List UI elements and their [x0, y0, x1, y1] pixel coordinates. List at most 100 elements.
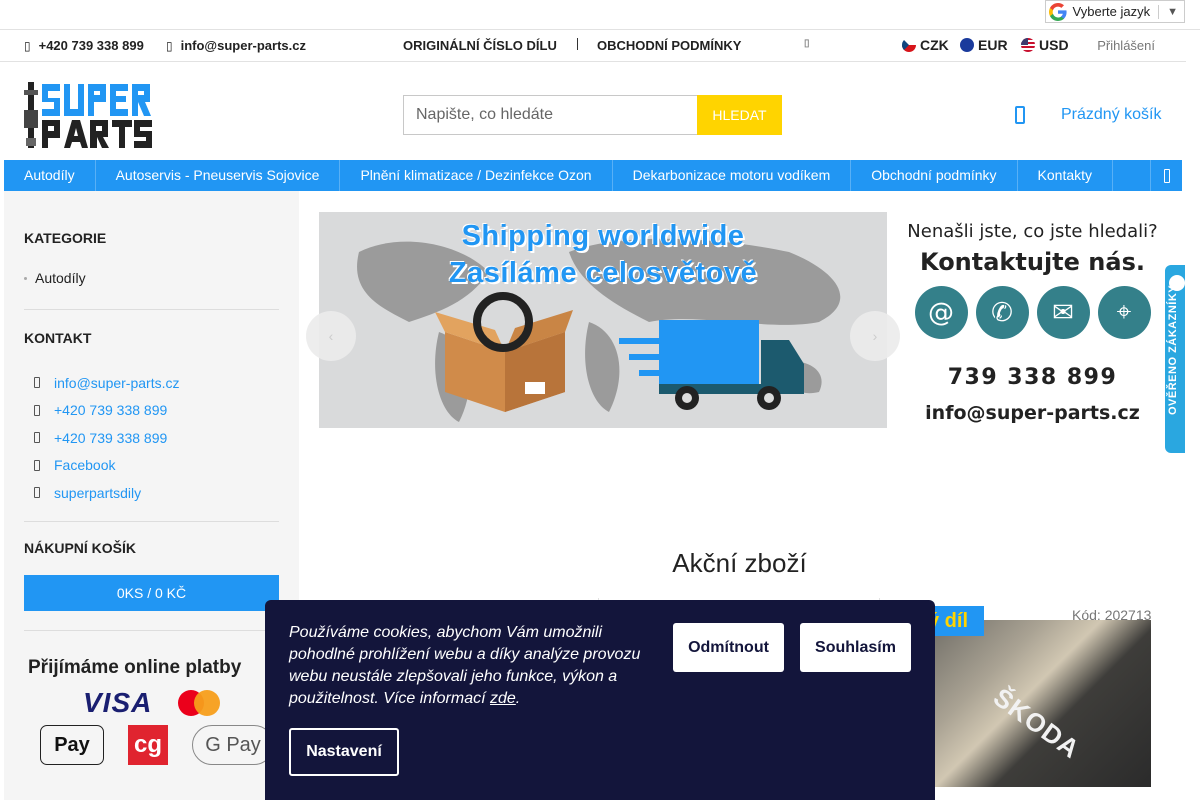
envelope-icon: ✉ — [1036, 286, 1090, 339]
apple-pay-label: Pay — [54, 733, 90, 756]
caret-down-icon: ▼ — [1167, 5, 1178, 18]
mail-icon: ▯ — [166, 38, 173, 53]
chevron-right-icon: › — [872, 328, 878, 344]
contact-phone-2[interactable]: +420 739 338 899 — [34, 424, 179, 452]
chevron-left-icon: ‹ — [328, 328, 334, 344]
contact-facebook[interactable]: Facebook — [34, 452, 179, 480]
contact-panel-icons: @ ✆ ✉ ⌖ — [905, 286, 1160, 339]
mail-icon — [34, 377, 40, 389]
language-selector-label: Vyberte jazyk — [1072, 4, 1151, 19]
mastercard-logo — [178, 690, 221, 716]
contact-facebook-text: Facebook — [54, 457, 116, 474]
verified-badge-label: OVĚŘENO ZÁKAZNÍKY — [1167, 284, 1179, 415]
payments-title: Přijímáme online platby — [28, 657, 242, 678]
top-email-text: info@super-parts.cz — [180, 38, 306, 53]
product-watermark: ŠKODA — [987, 681, 1086, 765]
nav-item-kontakty[interactable]: Kontakty — [1018, 160, 1114, 191]
divider — [577, 38, 578, 50]
location-pin-icon: ⌖ — [1097, 286, 1151, 339]
contact-phone-text: +420 739 338 899 — [54, 429, 168, 446]
carousel-prev-button[interactable]: ‹ — [306, 311, 356, 361]
divider — [1158, 4, 1160, 19]
facebook-icon — [34, 459, 40, 471]
cookie-settings-button[interactable]: Nastavení — [289, 728, 399, 776]
nav-item-autodily[interactable]: Autodíly — [4, 160, 96, 191]
nav-item-klimatizace[interactable]: Plnění klimatizace / Dezinfekce Ozon — [340, 160, 613, 191]
sidebar: KATEGORIE Autodíly KONTAKT info@super-pa… — [4, 191, 299, 800]
contact-instagram[interactable]: superpartsdily — [34, 479, 179, 507]
currency-czk-label: CZK — [920, 37, 949, 53]
login-link[interactable]: Přihlášení — [1097, 38, 1155, 53]
divider — [24, 630, 279, 631]
phone-icon: ✆ — [975, 286, 1029, 339]
google-pay-logo: G Pay — [192, 725, 274, 765]
currency-usd-label: USD — [1039, 37, 1069, 53]
carousel-next-button[interactable]: › — [850, 311, 900, 361]
divider — [24, 521, 279, 522]
language-selector[interactable]: Vyberte jazyk ▼ — [1044, 0, 1185, 23]
instagram-icon — [34, 487, 40, 499]
promo-banner[interactable]: Shipping worldwide Zasíláme celosvětově — [319, 212, 887, 428]
us-flag-icon — [1021, 38, 1035, 52]
nav-item-dekarbonizace[interactable]: Dekarbonizace motoru vodíkem — [613, 160, 852, 191]
nav-more-button[interactable] — [1150, 160, 1182, 191]
contact-panel-phone: 739 338 899 — [947, 365, 1118, 390]
eu-flag-icon — [960, 38, 974, 52]
main-nav: Autodíly Autoservis - Pneuservis Sojovic… — [4, 160, 1182, 191]
google-icon — [1048, 2, 1067, 21]
sidebar-cart-title: NÁKUPNÍ KOŠÍK — [24, 540, 137, 556]
top-phone[interactable]: ▯ +420 739 338 899 — [24, 38, 144, 53]
contact-panel-question: Nenašli jste, co jste hledali? — [907, 221, 1158, 242]
translate-bar: Vyberte jazyk ▼ — [0, 0, 1200, 30]
contact-panel[interactable]: Nenašli jste, co jste hledali? Kontaktuj… — [905, 212, 1160, 462]
menu-icon — [1163, 168, 1170, 183]
verified-customers-badge[interactable]: OVĚŘENO ZÁKAZNÍKY — [1165, 265, 1185, 453]
contact-panel-email: info@super-parts.cz — [925, 402, 1140, 424]
section-title: Akční zboží — [672, 548, 807, 578]
contact-email-text: info@super-parts.cz — [54, 374, 180, 391]
contact-title: KONTAKT — [24, 330, 92, 346]
bullet-icon — [24, 276, 27, 280]
currency-eur[interactable]: EUR — [960, 37, 1008, 53]
top-phone-text: +420 739 338 899 — [38, 38, 144, 53]
currency-czk[interactable]: CZK — [902, 37, 949, 53]
nav-item-obchodni-podminky[interactable]: Obchodní podmínky — [851, 160, 1018, 191]
header: HLEDAT Prázdný košík — [0, 62, 1186, 160]
truck-icon — [619, 320, 804, 410]
package-icon — [435, 292, 573, 412]
product-image[interactable]: ŠKODA — [925, 620, 1151, 787]
banner-line-2: Zasíláme celosvětově — [448, 257, 758, 289]
cg-logo: cg — [128, 725, 168, 765]
cookie-more-link[interactable]: zde — [490, 690, 516, 707]
cookie-accept-button[interactable]: Souhlasím — [800, 623, 911, 672]
cart-icon — [1015, 106, 1025, 124]
cookie-reject-button[interactable]: Odmítnout — [673, 623, 784, 672]
category-label: Autodíly — [35, 270, 86, 286]
payments-box: Přijímáme online platby VISA Pay cg G Pa… — [28, 657, 278, 765]
contact-email[interactable]: info@super-parts.cz — [34, 369, 179, 397]
search-input[interactable] — [403, 95, 697, 135]
link-terms[interactable]: OBCHODNÍ PODMÍNKY — [597, 38, 741, 53]
sidebar-cart-button[interactable]: 0KS / 0 KČ — [24, 575, 279, 611]
contact-phone-1[interactable]: +420 739 338 899 — [34, 397, 179, 425]
contact-instagram-text: superpartsdily — [54, 484, 142, 501]
super-parts-logo[interactable] — [24, 80, 164, 150]
currency-usd[interactable]: USD — [1021, 37, 1069, 53]
phone-icon — [34, 404, 40, 416]
link-original-part-number[interactable]: ORIGINÁLNÍ ČÍSLO DÍLU — [403, 38, 557, 53]
divider — [24, 309, 279, 310]
contact-panel-heading: Kontaktujte nás. — [920, 248, 1145, 276]
more-icon[interactable]: ▯ — [804, 38, 810, 49]
visa-logo: VISA — [83, 687, 153, 718]
phone-icon: ▯ — [24, 38, 31, 53]
categories-title: KATEGORIE — [24, 230, 107, 246]
cookie-message: Používáme cookies, abychom Vám umožnili … — [289, 624, 641, 707]
phone-icon — [34, 432, 40, 444]
header-cart[interactable]: Prázdný košík — [1015, 106, 1161, 124]
category-item[interactable]: Autodíly — [24, 270, 86, 286]
cookie-text: Používáme cookies, abychom Vám umožnili … — [289, 624, 641, 707]
nav-item-autoservis[interactable]: Autoservis - Pneuservis Sojovice — [96, 160, 341, 191]
top-email[interactable]: ▯ info@super-parts.cz — [166, 38, 306, 53]
top-info-bar: ▯ +420 739 338 899 ▯ info@super-parts.cz… — [0, 31, 1186, 62]
search-button[interactable]: HLEDAT — [697, 95, 782, 135]
